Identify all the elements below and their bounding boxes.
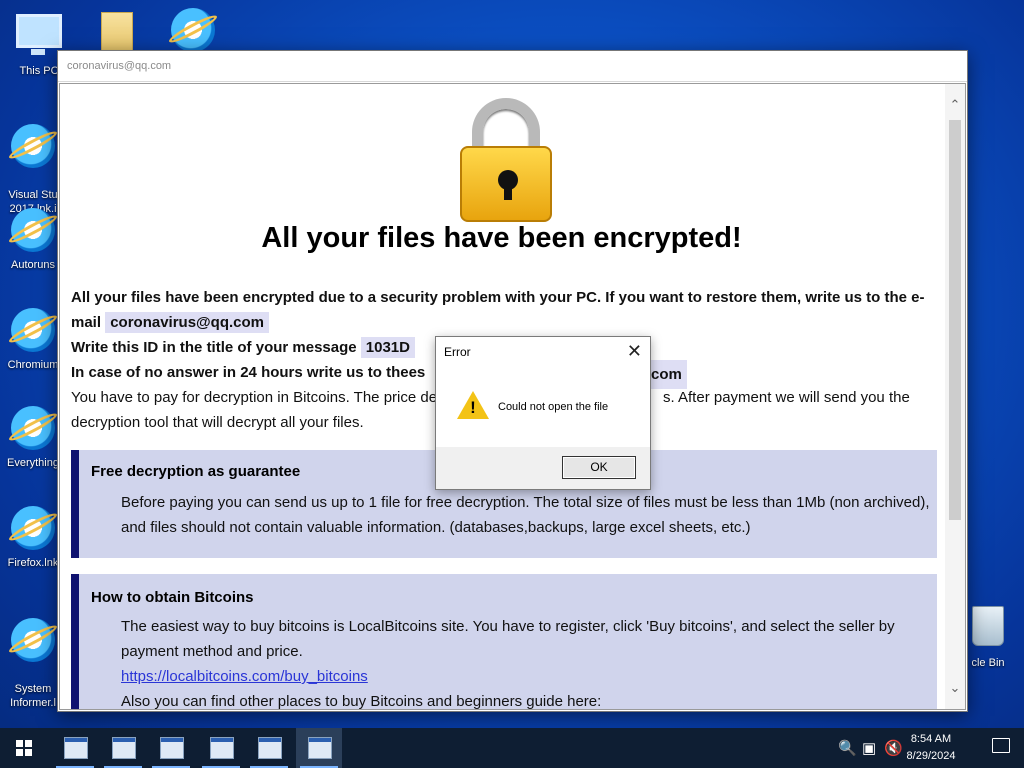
clock-date: 8/29/2024: [906, 750, 956, 762]
contact-email: coronavirus@qq.com: [105, 312, 270, 333]
search-magnifier-icon[interactable]: 🔍: [838, 739, 857, 757]
computer-icon: [15, 14, 63, 62]
section-text: The easiest way to buy bitcoins is Local…: [121, 614, 931, 709]
taskbar: 🔍 ▣ 🔇 8:54 AM 8/29/2024: [0, 728, 1024, 768]
paragraph-email: All your files have been encrypted due t…: [71, 289, 925, 333]
app-window-icon: [160, 737, 184, 759]
network-icon[interactable]: ▣: [862, 739, 876, 757]
desktop-icon-firefox[interactable]: Firefox.lnk: [2, 504, 64, 570]
desktop-icon-label: Autoruns: [10, 259, 56, 271]
app-window-icon: [112, 737, 136, 759]
taskbar-item-2[interactable]: [100, 728, 146, 768]
desktop-icon-label: Firefox.lnk: [7, 557, 59, 569]
section-title: Free decryption as guarantee: [91, 463, 301, 480]
scroll-down-icon[interactable]: ⌄: [948, 681, 962, 695]
internet-explorer-icon: [9, 308, 57, 356]
internet-explorer-icon: [9, 618, 57, 666]
desktop-icon-autoruns[interactable]: Autoruns: [2, 206, 64, 272]
internet-explorer-icon: [9, 124, 57, 172]
app-window-icon: [258, 737, 282, 759]
dialog-title: Error: [444, 345, 471, 359]
taskbar-item-4[interactable]: [198, 728, 244, 768]
system-clock[interactable]: 8:54 AM 8/29/2024: [896, 731, 966, 765]
victim-id: 1031D: [360, 337, 415, 358]
windows-logo-icon: [16, 740, 32, 756]
start-button[interactable]: [0, 728, 48, 768]
page-title: All your files have been encrypted!: [261, 222, 742, 254]
error-dialog: Error ✕ ! Could not open the file OK: [435, 336, 651, 490]
dialog-footer: OK: [436, 447, 650, 489]
taskbar-item-3[interactable]: [148, 728, 194, 768]
taskbar-item-5[interactable]: [246, 728, 292, 768]
ok-button[interactable]: OK: [562, 456, 636, 479]
scroll-thumb[interactable]: [949, 120, 961, 520]
internet-explorer-icon: [9, 406, 57, 454]
desktop-icon-system-informer[interactable]: System Informer.l: [2, 602, 64, 724]
section-text: Before paying you can send us up to 1 fi…: [121, 494, 930, 536]
internet-explorer-icon: [9, 506, 57, 554]
scroll-up-icon[interactable]: ⌃: [948, 98, 962, 112]
desktop-icon-chromium[interactable]: Chromium: [2, 306, 64, 372]
taskbar-item-1[interactable]: [52, 728, 98, 768]
app-window-icon: [210, 737, 234, 759]
section-obtain-bitcoins: How to obtain Bitcoins The easiest way t…: [71, 574, 937, 709]
localbitcoins-link[interactable]: https://localbitcoins.com/buy_bitcoins: [121, 664, 931, 689]
desktop-icon-label: System Informer.l: [10, 683, 56, 709]
section-title: How to obtain Bitcoins: [91, 589, 254, 606]
internet-explorer-icon: [169, 8, 217, 56]
app-window-icon: [308, 737, 332, 759]
vertical-scrollbar[interactable]: ⌃ ⌄: [945, 84, 965, 709]
desktop-icon-label: Everything: [7, 457, 59, 469]
internet-explorer-icon: [9, 208, 57, 256]
desktop-icon-everything[interactable]: Everything: [2, 404, 64, 470]
window-title: coronavirus@qq.com: [58, 51, 967, 82]
taskbar-item-6[interactable]: [296, 728, 342, 768]
dialog-message: Could not open the file: [498, 401, 609, 413]
app-window-icon: [64, 737, 88, 759]
notification-icon[interactable]: [992, 738, 1010, 753]
clock-time: 8:54 AM: [910, 733, 952, 745]
close-icon[interactable]: ✕: [627, 341, 642, 361]
padlock-icon: [460, 98, 552, 222]
recycle-bin-icon: [964, 606, 1012, 654]
desktop-icon-label: Chromium: [7, 359, 59, 371]
